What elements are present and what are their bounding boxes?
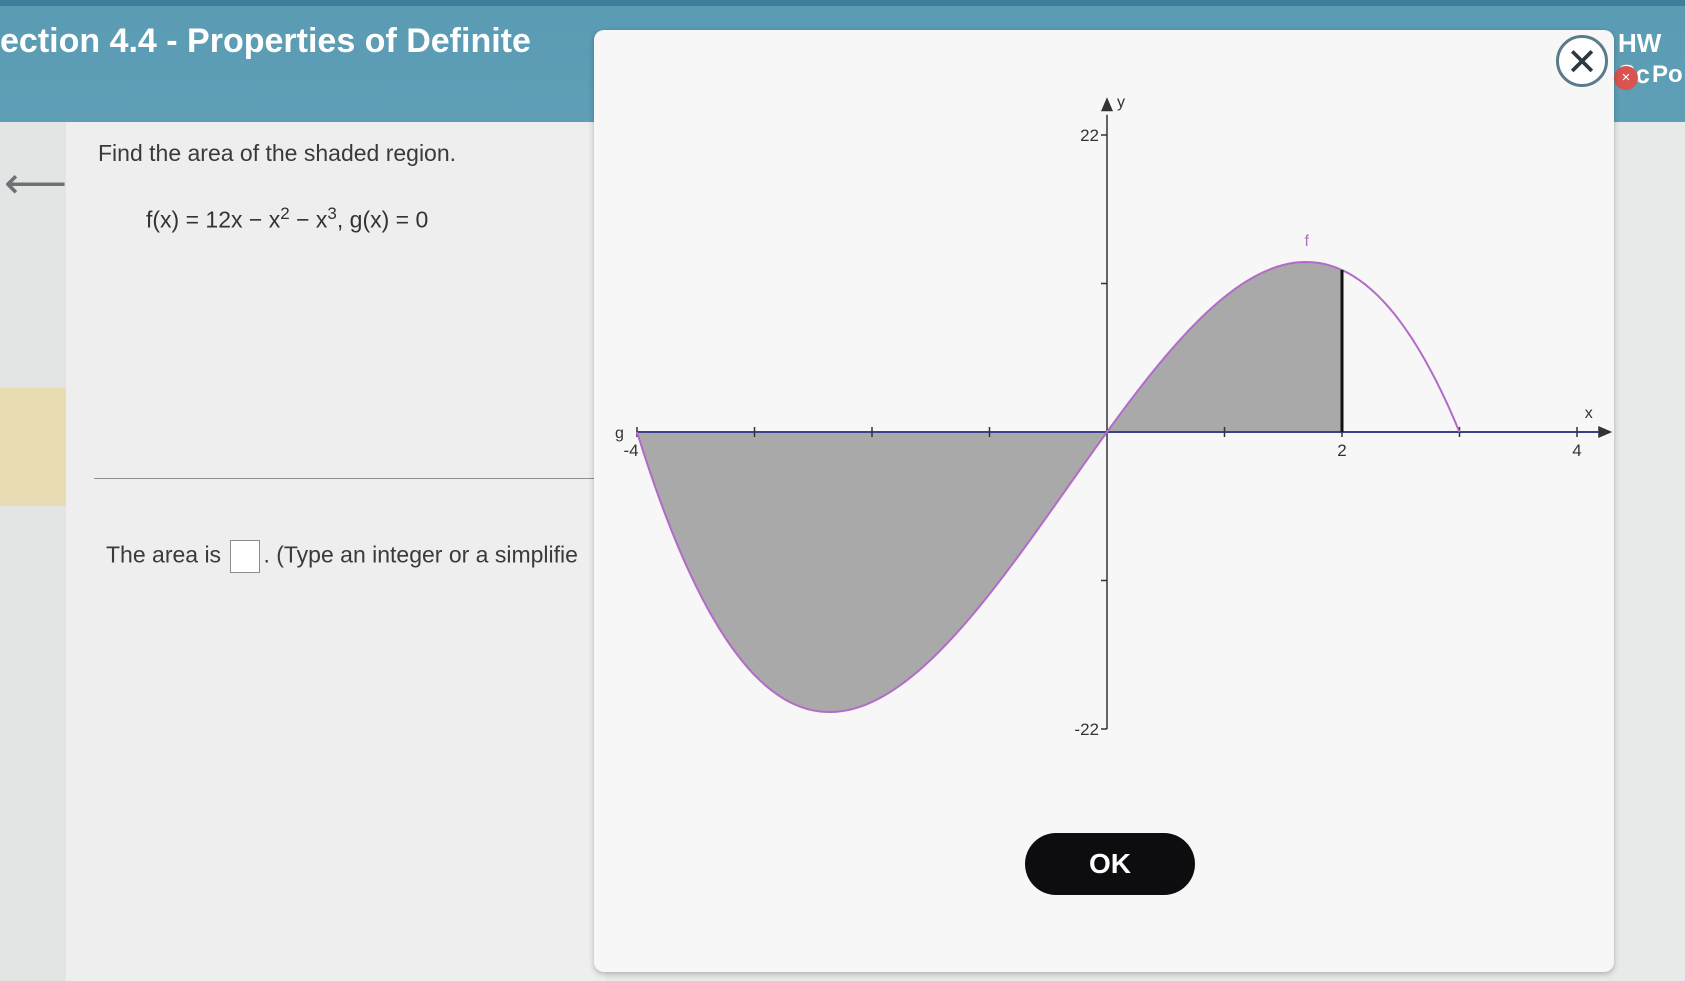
close-icon[interactable]: ✕ <box>1556 35 1608 87</box>
shaded-region-positive <box>1107 261 1342 432</box>
x-tick-label-4: 4 <box>1572 441 1581 460</box>
y-axis-label: y <box>1117 94 1125 111</box>
x-axis-arrow-icon <box>1598 426 1613 438</box>
y-axis-arrow-icon <box>1101 97 1113 112</box>
shaded-region-negative <box>637 432 1107 713</box>
x-tick-label-2: 2 <box>1337 441 1346 460</box>
y-tick-label-22: 22 <box>1080 126 1099 145</box>
ok-button[interactable]: OK <box>1025 833 1195 895</box>
g-curve-label: g <box>615 425 624 442</box>
f-curve-label: f <box>1305 233 1310 250</box>
graph: y x f g -4 2 4 22 -22 <box>615 94 1613 739</box>
y-tick-label-neg22: -22 <box>1074 720 1099 739</box>
x-axis-label: x <box>1585 405 1593 422</box>
x-tick-label-neg4: -4 <box>623 441 638 460</box>
